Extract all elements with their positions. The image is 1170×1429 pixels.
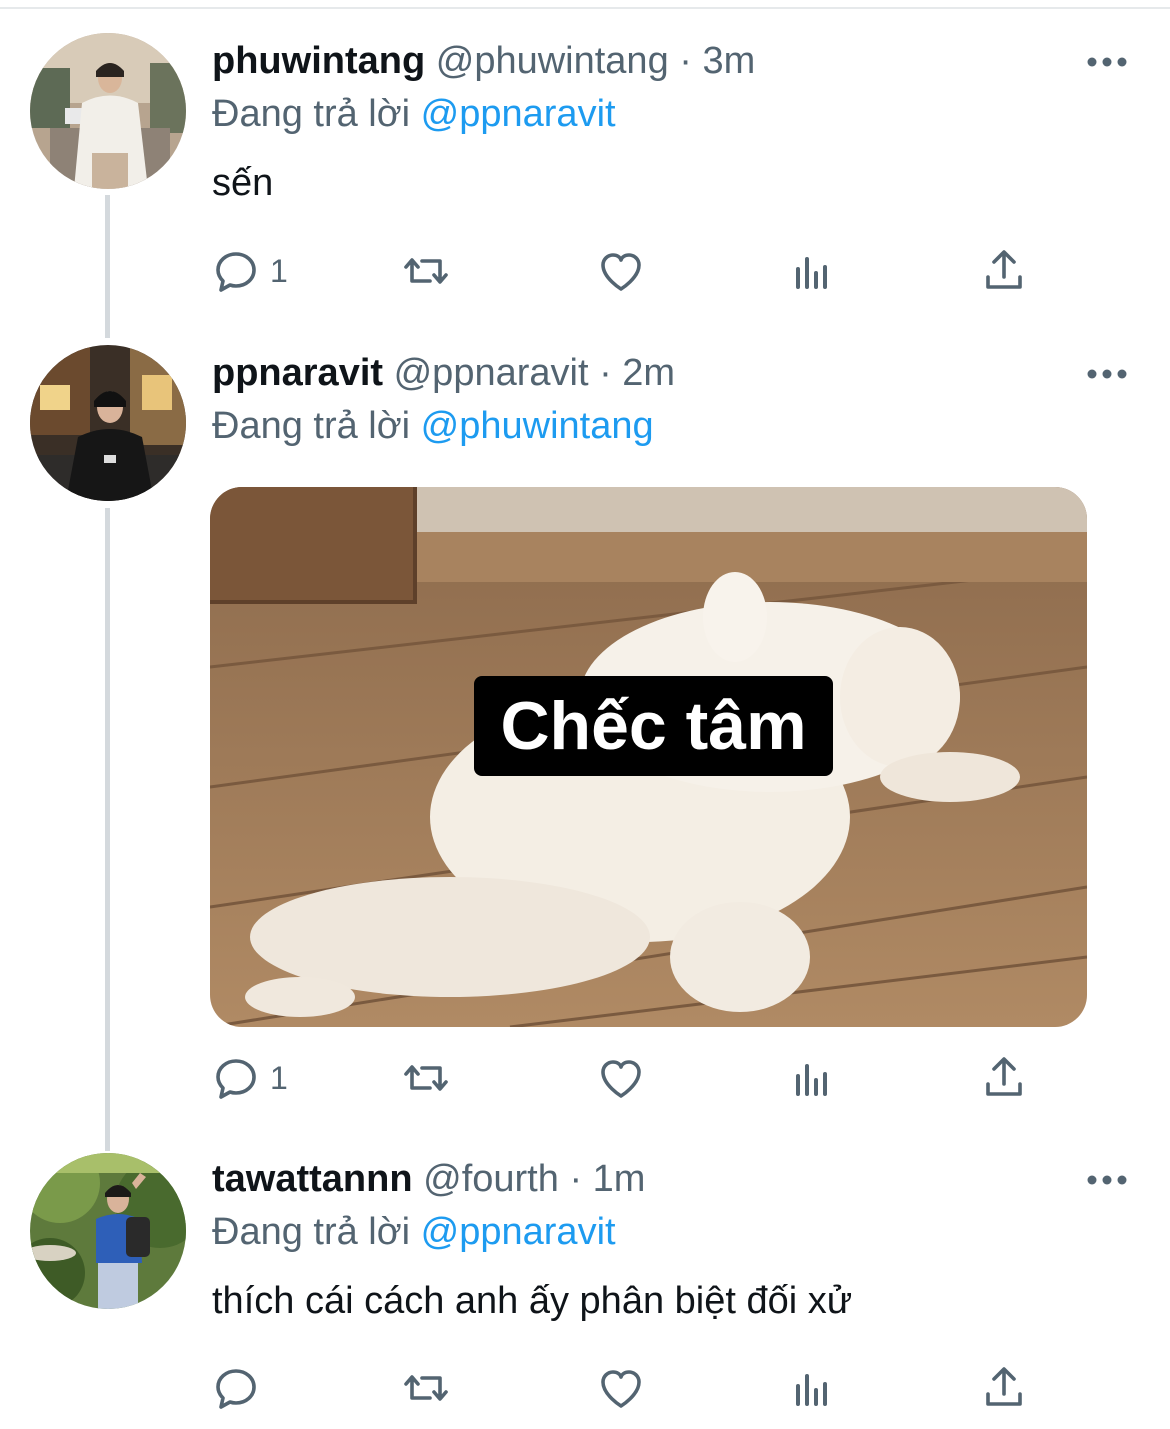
share-button[interactable] (980, 1360, 1028, 1416)
retweet-button[interactable] (402, 243, 450, 299)
reply-icon (216, 1369, 256, 1409)
views-button[interactable] (788, 1050, 836, 1106)
user-handle[interactable]: @fourth (423, 1158, 559, 1200)
tweet-header: phuwintang @phuwintang · 3m (212, 38, 755, 84)
media-caption: Chếc tâm (474, 676, 833, 776)
like-button[interactable] (597, 1360, 645, 1416)
more-icon[interactable] (1085, 1170, 1129, 1190)
reply-button[interactable]: 1 (212, 243, 288, 299)
reply-icon (216, 252, 256, 292)
action-bar: 1 (212, 243, 1042, 299)
more-icon[interactable] (1085, 364, 1129, 384)
display-name[interactable]: ppnaravit (212, 352, 383, 394)
retweet-icon (404, 258, 448, 284)
retweet-button[interactable] (402, 1360, 450, 1416)
mention-link[interactable]: @ppnaravit (421, 1211, 616, 1253)
tweet-phuwintang[interactable]: phuwintang @phuwintang · 3m Đang trả lời… (0, 0, 1170, 330)
retweet-icon (404, 1375, 448, 1401)
timestamp[interactable]: 1m (593, 1158, 646, 1200)
mention-link[interactable]: @phuwintang (421, 405, 654, 447)
share-button[interactable] (980, 1050, 1028, 1106)
reply-icon (216, 1059, 256, 1099)
reply-count: 1 (270, 252, 288, 289)
views-icon (796, 1374, 827, 1406)
share-icon (986, 1367, 1022, 1406)
like-icon (601, 1060, 641, 1098)
separator: · (679, 40, 692, 82)
replying-to: Đang trả lời @ppnaravit (212, 91, 616, 137)
replying-to: Đang trả lời @phuwintang (212, 403, 654, 449)
more-icon[interactable] (1085, 52, 1129, 72)
tweet-text: sến (212, 162, 274, 204)
reply-button[interactable] (212, 1360, 270, 1416)
views-button[interactable] (788, 1360, 836, 1416)
tweet-header: tawattannn @fourth · 1m (212, 1156, 645, 1202)
tweet-tawattannn[interactable]: tawattannn @fourth · 1m Đang trả lời @pp… (0, 1140, 1170, 1429)
action-bar (212, 1360, 1042, 1416)
user-handle[interactable]: @phuwintang (436, 40, 669, 82)
reply-count: 1 (270, 1059, 288, 1096)
timestamp[interactable]: 2m (622, 352, 675, 394)
avatar[interactable] (30, 345, 186, 501)
avatar[interactable] (30, 33, 186, 189)
retweet-icon (404, 1065, 448, 1091)
like-button[interactable] (597, 243, 645, 299)
views-icon (796, 1064, 827, 1096)
share-button[interactable] (980, 243, 1028, 299)
tweet-text: thích cái cách anh ấy phân biệt đối xử (212, 1280, 853, 1322)
separator: · (599, 352, 612, 394)
reply-button[interactable]: 1 (212, 1050, 288, 1106)
display-name[interactable]: phuwintang (212, 40, 425, 82)
like-icon (601, 1370, 641, 1408)
timestamp[interactable]: 3m (703, 40, 756, 82)
mention-link[interactable]: @ppnaravit (421, 93, 616, 135)
action-bar: 1 (212, 1050, 1042, 1106)
replying-to-label: Đang trả lời (212, 1211, 411, 1253)
replying-to: Đang trả lời @ppnaravit (212, 1209, 616, 1255)
display-name[interactable]: tawattannn (212, 1158, 413, 1200)
retweet-button[interactable] (402, 1050, 450, 1106)
like-icon (601, 253, 641, 291)
tweet-header: ppnaravit @ppnaravit · 2m (212, 350, 675, 396)
views-button[interactable] (788, 243, 836, 299)
like-button[interactable] (597, 1050, 645, 1106)
views-icon (796, 257, 827, 289)
user-handle[interactable]: @ppnaravit (394, 352, 589, 394)
tweet-ppnaravit[interactable]: ppnaravit @ppnaravit · 2m Đang trả lời @… (0, 330, 1170, 1130)
tweet-media[interactable]: Chếc tâm (210, 487, 1087, 1027)
share-icon (986, 250, 1022, 289)
avatar[interactable] (30, 1153, 186, 1309)
replying-to-label: Đang trả lời (212, 405, 411, 447)
share-icon (986, 1057, 1022, 1096)
separator: · (569, 1158, 583, 1200)
replying-to-label: Đang trả lời (212, 93, 411, 135)
